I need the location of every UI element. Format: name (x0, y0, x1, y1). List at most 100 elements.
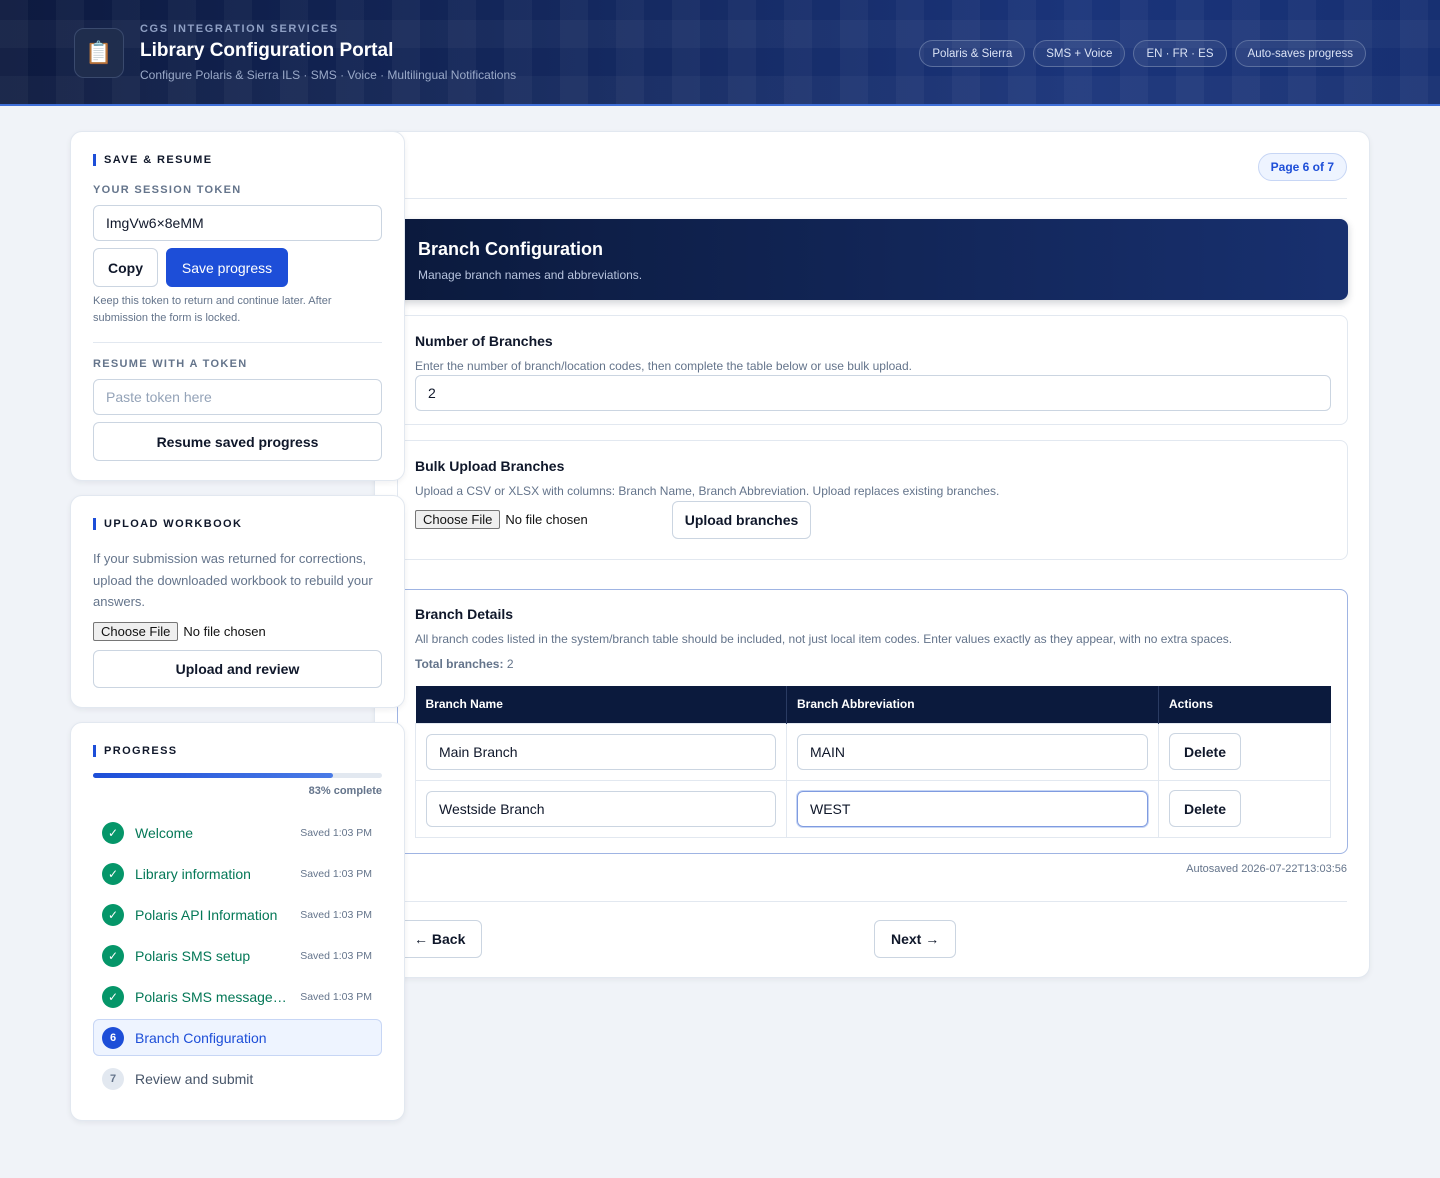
upload-workbook-card: UPLOAD WORKBOOK If your submission was r… (70, 495, 405, 708)
bulk-file-status: No file chosen (505, 512, 588, 527)
step-name: Polaris SMS messages ... (135, 988, 293, 1005)
step-name: Welcome (135, 824, 194, 841)
total-branches-label: Total branches: (415, 657, 504, 671)
col-branch-name: Branch Name (415, 686, 787, 723)
step-saved-time: Saved 1:03 PM (300, 990, 372, 1003)
bulk-file-input: Choose File No file chosen (415, 510, 588, 529)
branch-table: Branch Name Branch Abbreviation Actions … (415, 686, 1331, 838)
table-row: Westside Branch WEST Delete (415, 779, 1331, 838)
cell-actions: Delete (1158, 722, 1331, 781)
step-item[interactable]: ✓ Polaris API Information Saved 1:03 PM (93, 896, 382, 933)
workbook-file-status: No file chosen (183, 624, 266, 639)
step-name: Branch Configuration (135, 1029, 267, 1046)
pill-sms-voice: SMS + Voice (1033, 40, 1126, 67)
autosave-timestamp: Autosaved 2026-07-22T13:03:56 (1186, 863, 1347, 875)
checkmark-icon: ✓ (102, 944, 124, 967)
step-saved-time: Saved 1:03 PM (300, 908, 372, 921)
checkmark-icon: ✓ (102, 985, 124, 1008)
token-note: Keep this token to return and continue l… (93, 295, 332, 324)
save-progress-button[interactable]: Save progress (166, 248, 288, 287)
back-button[interactable]: ← Back (397, 920, 483, 958)
progress-bar-fill (93, 773, 333, 778)
num-branches-description: Enter the number of branch/location code… (415, 359, 912, 373)
num-branches-title: Number of Branches (415, 333, 553, 349)
step-saved-time: Saved 1:03 PM (300, 826, 372, 839)
page-indicator: Page 6 of 7 (1257, 153, 1347, 181)
step-saved-time: Saved 1:03 PM (300, 949, 372, 962)
cell-abbr: WEST (786, 779, 1159, 838)
bulk-choose-file-button[interactable]: Choose File (415, 510, 501, 529)
step-item[interactable]: ✓ Polaris SMS messages ... Saved 1:03 PM (93, 978, 382, 1015)
col-branch-abbreviation: Branch Abbreviation (786, 686, 1159, 723)
branch-name-input[interactable]: Main Branch (426, 733, 776, 770)
org-name: CGS INTEGRATION SERVICES (140, 23, 339, 35)
cell-actions: Delete (1158, 779, 1331, 838)
upload-branches-button[interactable]: Upload branches (672, 501, 811, 539)
cell-name: Main Branch (415, 722, 787, 781)
step-item[interactable]: 7 Review and submit (93, 1060, 382, 1097)
step-item[interactable]: 6 Branch Configuration (93, 1019, 382, 1056)
progress-bar (93, 773, 382, 778)
branch-abbr-input[interactable]: WEST (797, 790, 1148, 827)
session-token-field[interactable]: ImgVw6×8eMM (93, 205, 382, 241)
top-divider (397, 198, 1347, 199)
save-resume-card: SAVE & RESUME YOUR SESSION TOKEN ImgVw6×… (70, 131, 405, 481)
step-name: Polaris API Information (135, 906, 278, 923)
main-panel: Page 6 of 7 Branch Configuration Manage … (374, 131, 1370, 978)
resume-token-input[interactable]: Paste token here (93, 379, 382, 415)
progress-title: PROGRESS (93, 745, 178, 757)
section-title: Branch Configuration (418, 239, 603, 259)
table-header-row: Branch Name Branch Abbreviation Actions (415, 686, 1331, 723)
workbook-choose-file-button[interactable]: Choose File (93, 622, 179, 641)
step-number: 6 (102, 1026, 124, 1049)
delete-row-button[interactable]: Delete (1169, 733, 1241, 770)
num-branches-panel: Number of Branches Enter the number of b… (397, 315, 1348, 425)
resume-progress-button[interactable]: Resume saved progress (93, 422, 382, 461)
section-subtitle: Manage branch names and abbreviations. (418, 268, 643, 282)
bulk-upload-description: Upload a CSV or XLSX with columns: Branc… (415, 484, 1000, 498)
step-name: Polaris SMS setup (135, 947, 251, 964)
cell-name: Westside Branch (415, 779, 787, 838)
next-button[interactable]: Next → (874, 920, 957, 958)
table-row: Main Branch MAIN Delete (415, 722, 1331, 781)
save-resume-title: SAVE & RESUME (93, 154, 212, 166)
bulk-upload-panel: Bulk Upload Branches Upload a CSV or XLS… (397, 440, 1348, 560)
token-label: YOUR SESSION TOKEN (93, 184, 242, 196)
upload-review-button[interactable]: Upload and review (93, 650, 382, 688)
bulk-upload-title: Bulk Upload Branches (415, 458, 565, 474)
total-branches: Total branches: 2 (415, 657, 514, 671)
total-branches-value: 2 (506, 657, 514, 671)
workbook-file-input: Choose File No file chosen (93, 622, 266, 641)
step-item[interactable]: ✓ Welcome Saved 1:03 PM (93, 814, 382, 851)
app-header: 📋 CGS INTEGRATION SERVICES Library Confi… (0, 0, 1440, 106)
step-item[interactable]: ✓ Polaris SMS setup Saved 1:03 PM (93, 937, 382, 974)
branch-details-title: Branch Details (415, 606, 514, 622)
step-item[interactable]: ✓ Library information Saved 1:03 PM (93, 855, 382, 892)
step-name: Review and submit (135, 1070, 254, 1087)
upload-workbook-title: UPLOAD WORKBOOK (93, 518, 242, 530)
branch-name-input[interactable]: Westside Branch (426, 790, 776, 827)
save-resume-divider (93, 342, 382, 343)
col-actions: Actions (1158, 686, 1331, 723)
step-number: 7 (102, 1067, 124, 1090)
step-name: Library information (135, 865, 251, 882)
num-branches-input[interactable]: 2 (415, 375, 1331, 411)
step-list: ✓ Welcome Saved 1:03 PM ✓ Library informatio… (93, 814, 382, 1101)
checkmark-icon: ✓ (102, 903, 124, 926)
app-subtitle: Configure Polaris & Sierra ILS · SMS · V… (140, 68, 517, 82)
delete-row-button[interactable]: Delete (1169, 790, 1241, 827)
pill-languages: EN · FR · ES (1133, 40, 1227, 67)
upload-workbook-description: If your submission was returned for corr… (93, 551, 373, 609)
feature-pills: Polaris & Sierra SMS + Voice EN · FR · E… (919, 40, 1366, 67)
pill-autosave: Auto-saves progress (1234, 40, 1366, 67)
step-saved-time: Saved 1:03 PM (300, 867, 372, 880)
progress-card: PROGRESS 83% complete ✓ Welcome Saved 1:03… (70, 722, 405, 1121)
pill-ils: Polaris & Sierra (919, 40, 1026, 67)
checkmark-icon: ✓ (102, 821, 124, 844)
clipboard-icon: 📋 (74, 28, 124, 78)
checkmark-icon: ✓ (102, 862, 124, 885)
branch-abbr-input[interactable]: MAIN (797, 733, 1148, 770)
copy-button[interactable]: Copy (93, 248, 158, 287)
resume-label: RESUME WITH A TOKEN (93, 358, 248, 370)
branch-details-panel: Branch Details All branch codes listed i… (397, 589, 1348, 854)
